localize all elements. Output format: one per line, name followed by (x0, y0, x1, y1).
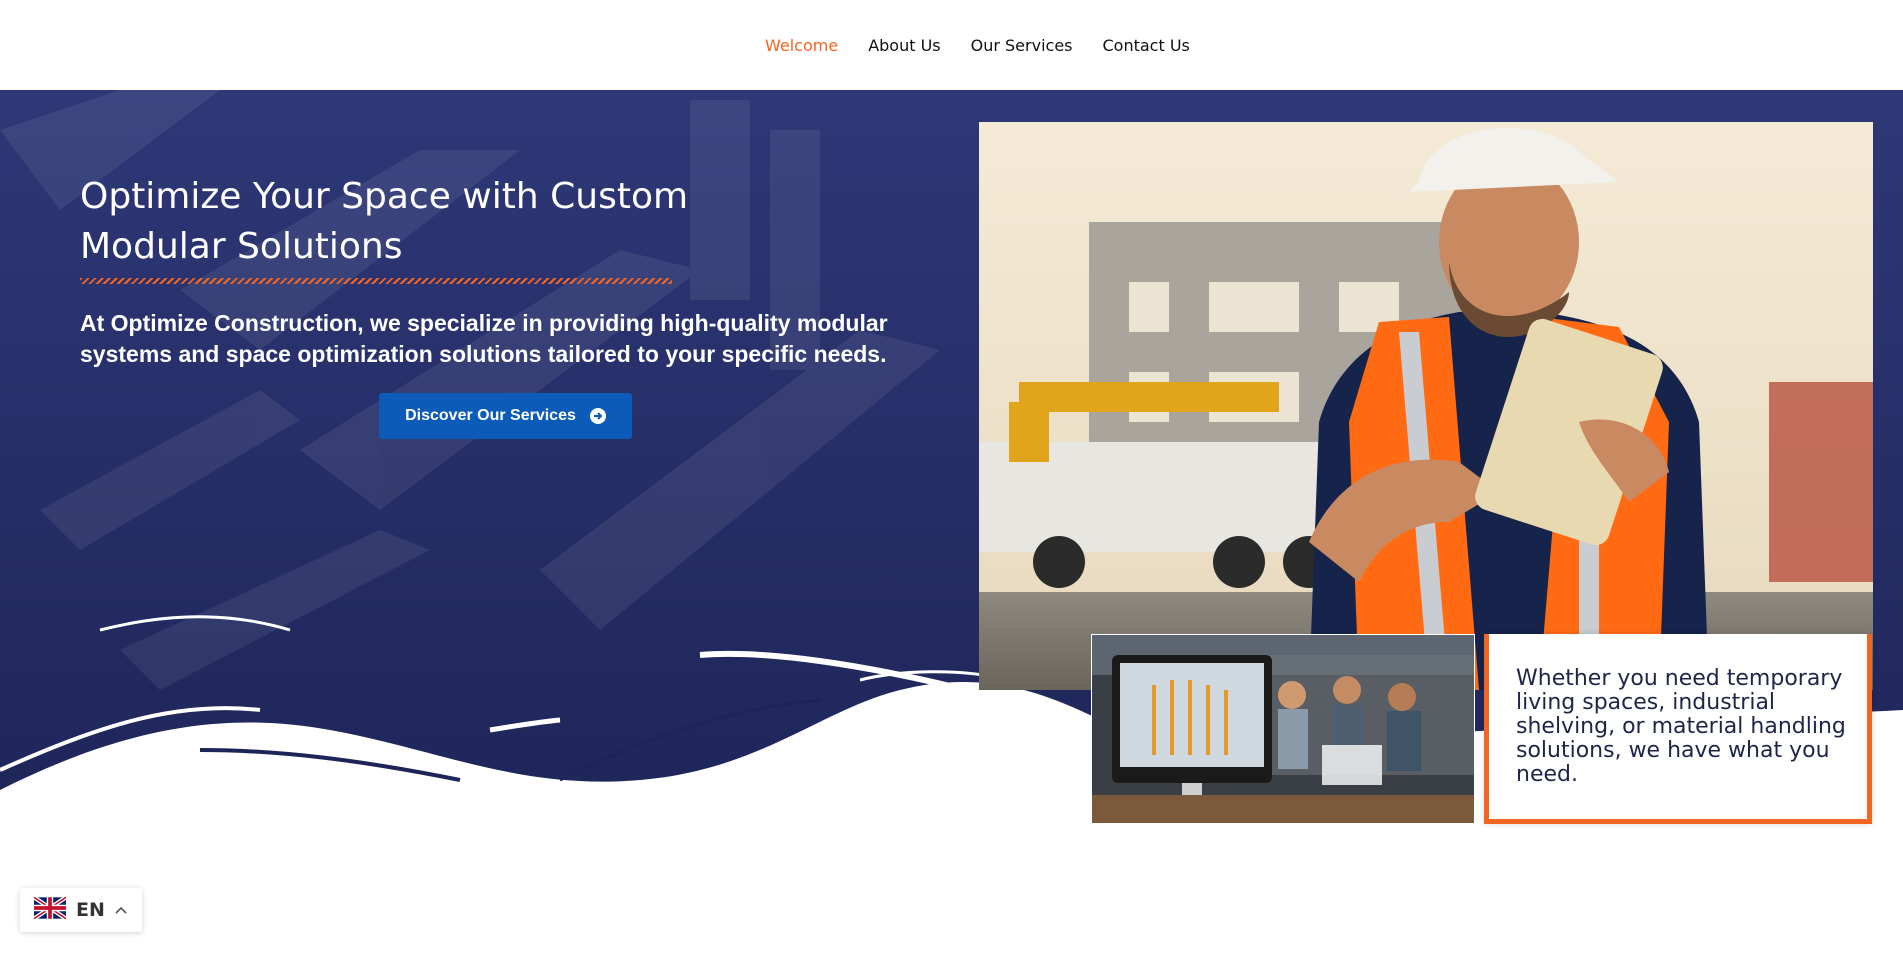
construction-worker-photo (979, 122, 1873, 690)
nav-item-our-services[interactable]: Our Services (971, 36, 1073, 55)
design-team-photo (1091, 634, 1475, 824)
chevron-up-icon (115, 901, 127, 919)
quote-text: Whether you need temporary living spaces… (1516, 666, 1846, 787)
language-switcher[interactable]: EN (20, 888, 142, 932)
top-navigation: Welcome About Us Our Services Contact Us (0, 0, 1903, 90)
nav-links: Welcome About Us Our Services Contact Us (765, 36, 1190, 55)
nav-item-contact-us[interactable]: Contact Us (1103, 36, 1190, 55)
nav-item-about-us[interactable]: About Us (868, 36, 940, 55)
hero-title-underline (80, 278, 672, 284)
nav-item-welcome[interactable]: Welcome (765, 36, 838, 55)
arrow-circle-right-icon (589, 408, 606, 424)
uk-flag-icon (32, 895, 68, 924)
quote-card: Whether you need temporary living spaces… (1484, 634, 1872, 824)
hero-title: Optimize Your Space with Custom Modular … (80, 176, 689, 267)
discover-services-label: Discover Our Services (405, 407, 576, 424)
discover-services-button[interactable]: Discover Our Services (379, 393, 632, 439)
language-code: EN (76, 899, 105, 921)
hero-subtitle: At Optimize Construction, we specialize … (80, 310, 888, 367)
